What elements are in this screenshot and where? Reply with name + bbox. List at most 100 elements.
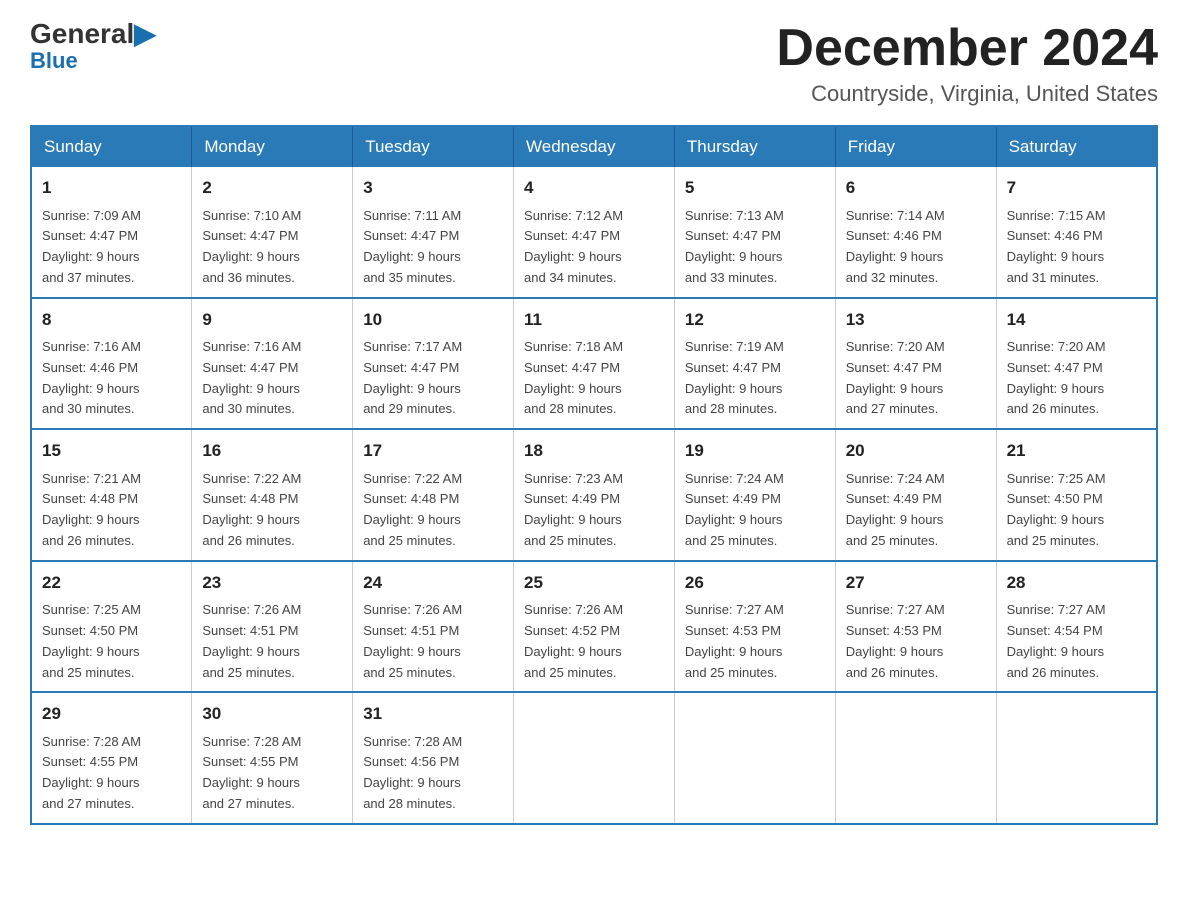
day-info: Sunrise: 7:26 AMSunset: 4:51 PMDaylight:… [202, 600, 342, 683]
logo-blue-text: Blue [30, 48, 78, 74]
sunrise-text: Sunrise: 7:24 AM [846, 471, 945, 486]
sunrise-text: Sunrise: 7:20 AM [846, 339, 945, 354]
calendar-day-cell: 13Sunrise: 7:20 AMSunset: 4:47 PMDayligh… [835, 298, 996, 430]
day-number: 6 [846, 175, 986, 201]
day-number: 15 [42, 438, 181, 464]
sunrise-text: Sunrise: 7:12 AM [524, 208, 623, 223]
daylight-text2: and 26 minutes. [202, 533, 295, 548]
sunset-text: Sunset: 4:46 PM [1007, 228, 1103, 243]
sunset-text: Sunset: 4:46 PM [42, 360, 138, 375]
daylight-text: Daylight: 9 hours [846, 644, 944, 659]
daylight-text2: and 30 minutes. [202, 401, 295, 416]
daylight-text2: and 25 minutes. [685, 665, 778, 680]
day-number: 18 [524, 438, 664, 464]
logo-general-word: General [30, 18, 134, 49]
weekday-header-friday: Friday [835, 126, 996, 167]
day-number: 10 [363, 307, 503, 333]
day-number: 22 [42, 570, 181, 596]
daylight-text: Daylight: 9 hours [846, 249, 944, 264]
sunset-text: Sunset: 4:50 PM [1007, 491, 1103, 506]
daylight-text2: and 25 minutes. [42, 665, 135, 680]
sunset-text: Sunset: 4:47 PM [42, 228, 138, 243]
day-number: 31 [363, 701, 503, 727]
day-number: 1 [42, 175, 181, 201]
calendar-table: SundayMondayTuesdayWednesdayThursdayFrid… [30, 125, 1158, 825]
day-number: 24 [363, 570, 503, 596]
calendar-day-cell: 26Sunrise: 7:27 AMSunset: 4:53 PMDayligh… [674, 561, 835, 693]
day-info: Sunrise: 7:24 AMSunset: 4:49 PMDaylight:… [685, 469, 825, 552]
title-area: December 2024 Countryside, Virginia, Uni… [776, 20, 1158, 107]
sunrise-text: Sunrise: 7:20 AM [1007, 339, 1106, 354]
sunset-text: Sunset: 4:49 PM [685, 491, 781, 506]
day-info: Sunrise: 7:25 AMSunset: 4:50 PMDaylight:… [42, 600, 181, 683]
calendar-day-cell: 25Sunrise: 7:26 AMSunset: 4:52 PMDayligh… [514, 561, 675, 693]
day-info: Sunrise: 7:20 AMSunset: 4:47 PMDaylight:… [846, 337, 986, 420]
day-info: Sunrise: 7:22 AMSunset: 4:48 PMDaylight:… [202, 469, 342, 552]
day-number: 29 [42, 701, 181, 727]
daylight-text: Daylight: 9 hours [685, 512, 783, 527]
calendar-day-cell: 17Sunrise: 7:22 AMSunset: 4:48 PMDayligh… [353, 429, 514, 561]
calendar-day-cell: 16Sunrise: 7:22 AMSunset: 4:48 PMDayligh… [192, 429, 353, 561]
daylight-text: Daylight: 9 hours [524, 644, 622, 659]
daylight-text: Daylight: 9 hours [42, 644, 140, 659]
logo-blue-accent: ▶ [134, 18, 156, 49]
sunrise-text: Sunrise: 7:16 AM [42, 339, 141, 354]
daylight-text: Daylight: 9 hours [202, 512, 300, 527]
calendar-day-cell: 12Sunrise: 7:19 AMSunset: 4:47 PMDayligh… [674, 298, 835, 430]
daylight-text: Daylight: 9 hours [42, 381, 140, 396]
calendar-day-cell: 27Sunrise: 7:27 AMSunset: 4:53 PMDayligh… [835, 561, 996, 693]
day-info: Sunrise: 7:22 AMSunset: 4:48 PMDaylight:… [363, 469, 503, 552]
daylight-text2: and 33 minutes. [685, 270, 778, 285]
calendar-day-cell: 22 Sunrise: 7:25 AMSunset: 4:50 PMDayligh… [31, 561, 192, 693]
sunset-text: Sunset: 4:47 PM [363, 228, 459, 243]
weekday-header-thursday: Thursday [674, 126, 835, 167]
page-header: General▶ Blue December 2024 Countryside,… [30, 20, 1158, 107]
daylight-text2: and 26 minutes. [42, 533, 135, 548]
day-number: 3 [363, 175, 503, 201]
sunset-text: Sunset: 4:46 PM [846, 228, 942, 243]
sunset-text: Sunset: 4:49 PM [846, 491, 942, 506]
sunset-text: Sunset: 4:56 PM [363, 754, 459, 769]
sunset-text: Sunset: 4:51 PM [363, 623, 459, 638]
day-number: 30 [202, 701, 342, 727]
daylight-text2: and 28 minutes. [363, 796, 456, 811]
daylight-text2: and 35 minutes. [363, 270, 456, 285]
daylight-text2: and 26 minutes. [1007, 665, 1100, 680]
sunrise-text: Sunrise: 7:25 AM [42, 602, 141, 617]
day-number: 25 [524, 570, 664, 596]
calendar-day-cell: 3Sunrise: 7:11 AMSunset: 4:47 PMDaylight… [353, 167, 514, 298]
sunset-text: Sunset: 4:53 PM [846, 623, 942, 638]
calendar-day-cell: 10Sunrise: 7:17 AMSunset: 4:47 PMDayligh… [353, 298, 514, 430]
daylight-text: Daylight: 9 hours [202, 249, 300, 264]
calendar-week-row: 29Sunrise: 7:28 AMSunset: 4:55 PMDayligh… [31, 692, 1157, 824]
day-number: 14 [1007, 307, 1146, 333]
calendar-week-row: 1Sunrise: 7:09 AMSunset: 4:47 PMDaylight… [31, 167, 1157, 298]
daylight-text: Daylight: 9 hours [363, 512, 461, 527]
day-number: 20 [846, 438, 986, 464]
sunset-text: Sunset: 4:47 PM [363, 360, 459, 375]
day-number: 9 [202, 307, 342, 333]
sunset-text: Sunset: 4:47 PM [524, 228, 620, 243]
day-info: Sunrise: 7:20 AMSunset: 4:47 PMDaylight:… [1007, 337, 1146, 420]
sunset-text: Sunset: 4:48 PM [42, 491, 138, 506]
weekday-header-monday: Monday [192, 126, 353, 167]
calendar-empty-cell [674, 692, 835, 824]
daylight-text2: and 28 minutes. [685, 401, 778, 416]
sunrise-text: Sunrise: 7:27 AM [1007, 602, 1106, 617]
sunset-text: Sunset: 4:47 PM [524, 360, 620, 375]
day-number: 5 [685, 175, 825, 201]
daylight-text: Daylight: 9 hours [363, 249, 461, 264]
calendar-day-cell: 24Sunrise: 7:26 AMSunset: 4:51 PMDayligh… [353, 561, 514, 693]
daylight-text: Daylight: 9 hours [524, 381, 622, 396]
day-info: Sunrise: 7:14 AMSunset: 4:46 PMDaylight:… [846, 206, 986, 289]
daylight-text: Daylight: 9 hours [42, 775, 140, 790]
daylight-text: Daylight: 9 hours [685, 381, 783, 396]
daylight-text: Daylight: 9 hours [363, 644, 461, 659]
calendar-day-cell: 6 Sunrise: 7:14 AMSunset: 4:46 PMDaylight… [835, 167, 996, 298]
day-info: Sunrise: 7:19 AMSunset: 4:47 PMDaylight:… [685, 337, 825, 420]
day-number: 26 [685, 570, 825, 596]
day-number: 27 [846, 570, 986, 596]
sunrise-text: Sunrise: 7:18 AM [524, 339, 623, 354]
sunrise-text: Sunrise: 7:23 AM [524, 471, 623, 486]
daylight-text: Daylight: 9 hours [1007, 512, 1105, 527]
